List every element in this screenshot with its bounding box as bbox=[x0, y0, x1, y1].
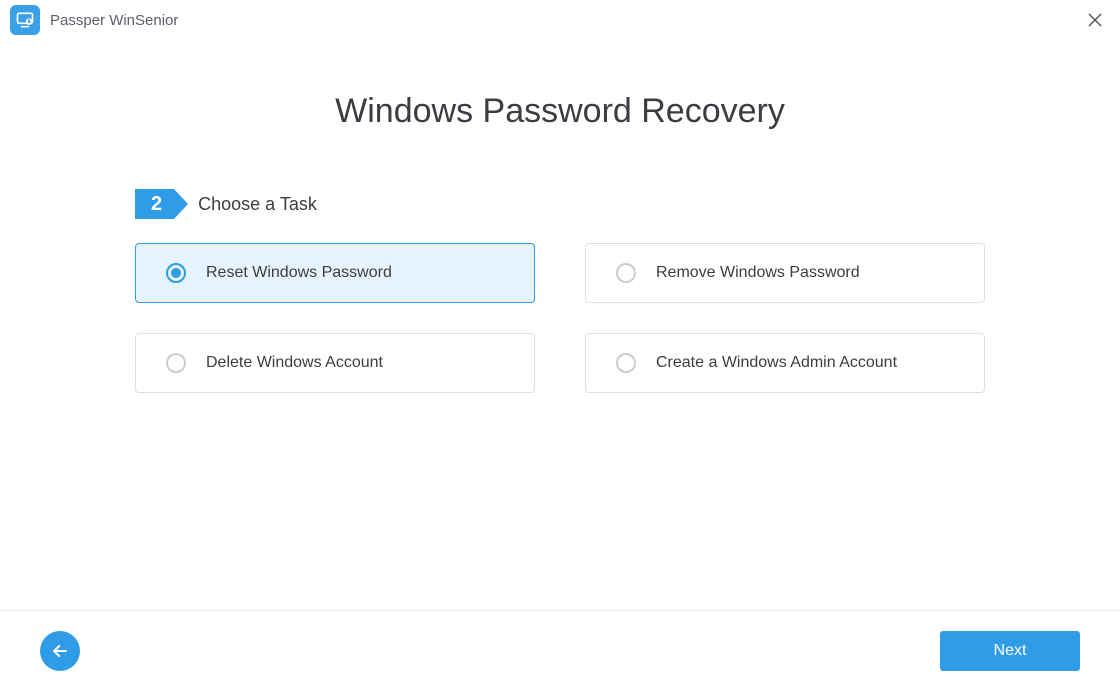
app-title: Passper WinSenior bbox=[50, 12, 178, 29]
option-label: Remove Windows Password bbox=[656, 264, 860, 282]
close-button[interactable] bbox=[1080, 5, 1110, 35]
back-button[interactable] bbox=[40, 631, 80, 671]
close-icon bbox=[1088, 13, 1102, 27]
option-delete-account[interactable]: Delete Windows Account bbox=[135, 333, 535, 393]
arrow-left-icon bbox=[50, 641, 70, 661]
titlebar: Passper WinSenior bbox=[0, 0, 1120, 40]
step-number-badge: 2 bbox=[135, 189, 174, 219]
option-label: Reset Windows Password bbox=[206, 264, 392, 282]
step-indicator: 2 Choose a Task bbox=[135, 189, 985, 219]
footer: Next bbox=[0, 610, 1120, 690]
app-icon bbox=[10, 5, 40, 35]
radio-icon bbox=[616, 353, 636, 373]
monitor-lock-icon bbox=[15, 10, 35, 30]
page-title: Windows Password Recovery bbox=[335, 92, 785, 131]
radio-icon bbox=[166, 353, 186, 373]
step-label: Choose a Task bbox=[198, 194, 317, 215]
option-create-admin[interactable]: Create a Windows Admin Account bbox=[585, 333, 985, 393]
option-reset-password[interactable]: Reset Windows Password bbox=[135, 243, 535, 303]
task-options: Reset Windows Password Remove Windows Pa… bbox=[135, 243, 985, 393]
radio-icon bbox=[166, 263, 186, 283]
option-remove-password[interactable]: Remove Windows Password bbox=[585, 243, 985, 303]
radio-icon bbox=[616, 263, 636, 283]
option-label: Delete Windows Account bbox=[206, 354, 383, 372]
main-content: Windows Password Recovery 2 Choose a Tas… bbox=[0, 40, 1120, 393]
next-button[interactable]: Next bbox=[940, 631, 1080, 671]
option-label: Create a Windows Admin Account bbox=[656, 354, 897, 372]
